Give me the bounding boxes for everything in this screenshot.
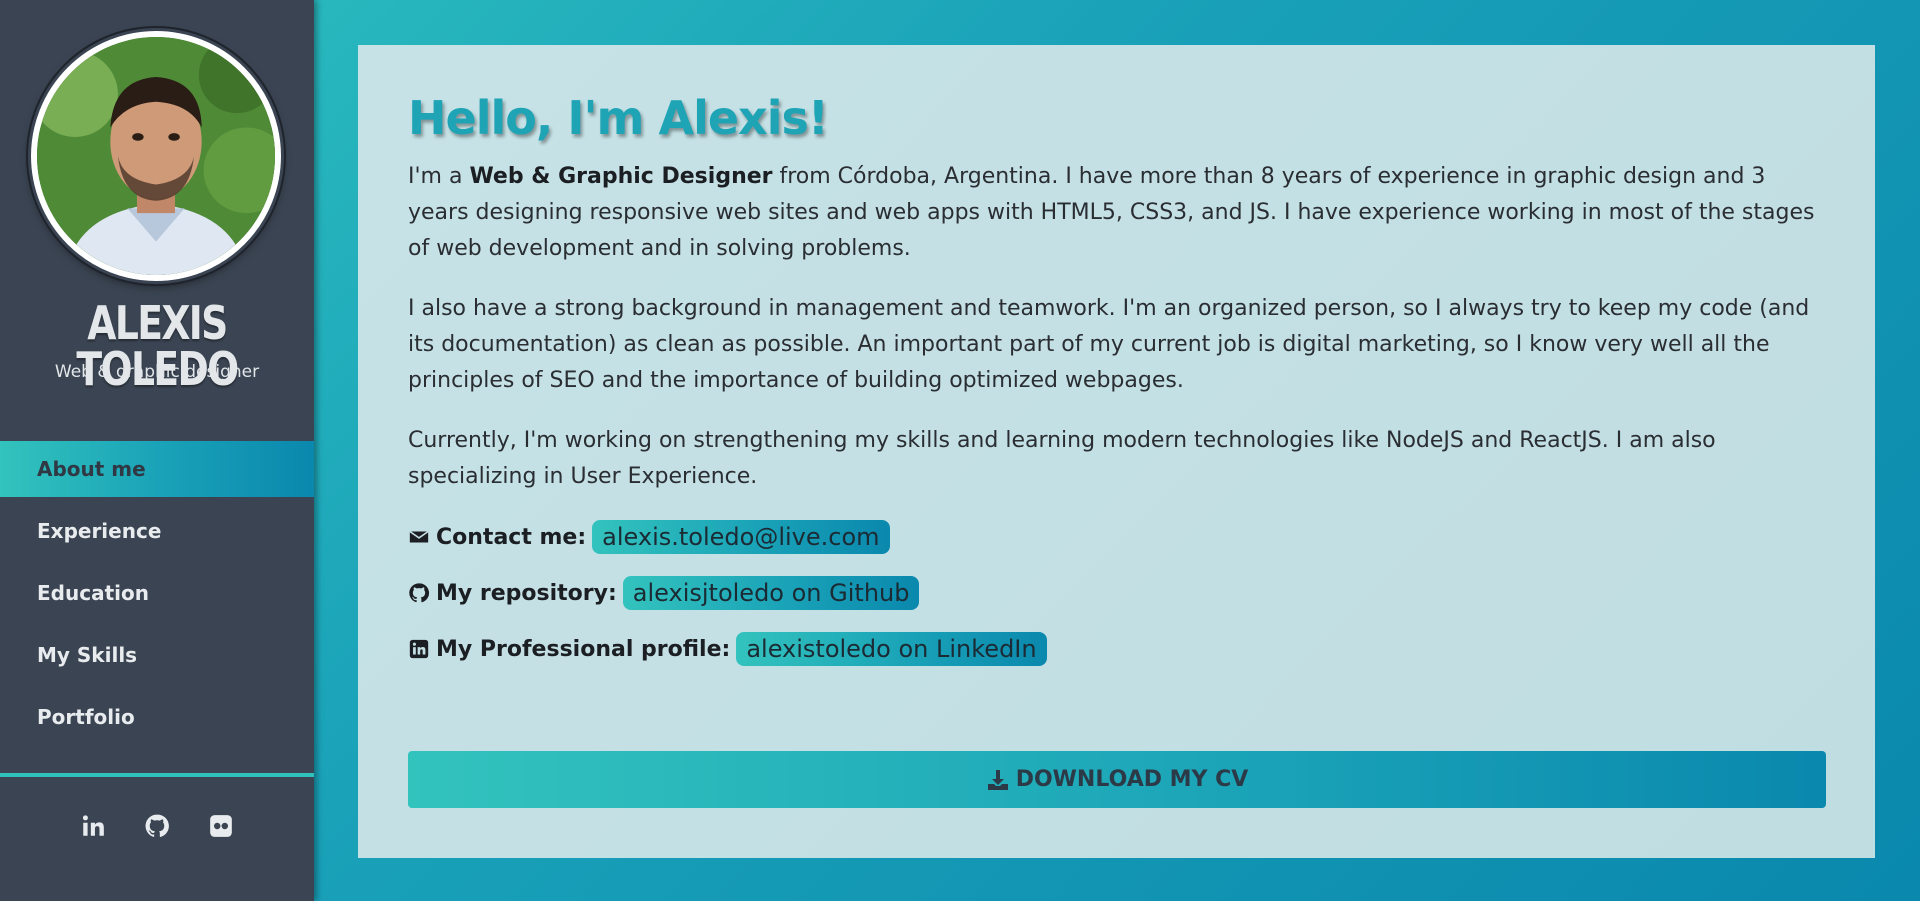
download-icon: [987, 769, 1008, 790]
page-title: Hello, I'm Alexis!: [408, 91, 829, 145]
linkedin-icon[interactable]: [79, 812, 107, 840]
profile-photo: [37, 37, 275, 275]
sidebar-nav: About me Experience Education My Skills …: [0, 441, 314, 751]
nav-item-about-me[interactable]: About me: [0, 441, 314, 497]
sidebar-divider: [0, 773, 314, 777]
download-cv-label: DOWNLOAD MY CV: [1015, 767, 1249, 792]
contact-linkedin-label: My Professional profile:: [436, 636, 731, 662]
contact-linkedin-row: My Professional profile: alexistoledo on…: [408, 631, 1825, 667]
download-cv-button[interactable]: DOWNLOAD MY CV: [408, 751, 1826, 808]
nav-item-portfolio[interactable]: Portfolio: [0, 689, 314, 745]
github-icon[interactable]: [143, 812, 171, 840]
envelope-icon: [409, 530, 429, 543]
linkedin-icon: [409, 639, 429, 659]
about-card: Hello, I'm Alexis! I'm a Web & Graphic D…: [358, 45, 1875, 858]
para1-bold-role: Web & Graphic Designer: [469, 164, 773, 189]
contact-email-label: Contact me:: [436, 524, 587, 550]
about-paragraph-1: I'm a Web & Graphic Designer from Córdob…: [408, 159, 1825, 267]
contact-github-label: My repository:: [436, 580, 617, 606]
avatar: [31, 31, 281, 281]
about-paragraph-2: I also have a strong background in manag…: [408, 296, 1810, 393]
nav-item-experience[interactable]: Experience: [0, 503, 314, 559]
flickr-icon[interactable]: [207, 812, 235, 840]
social-links: [0, 812, 314, 840]
github-link[interactable]: alexisjtoledo on Github: [622, 576, 920, 610]
linkedin-link[interactable]: alexistoledo on LinkedIn: [736, 632, 1047, 666]
nav-item-my-skills[interactable]: My Skills: [0, 627, 314, 683]
para1-prefix: I'm a: [408, 164, 470, 189]
profile-role: Web & graphic designer: [54, 362, 260, 382]
email-link[interactable]: alexis.toledo@live.com: [592, 520, 890, 554]
contact-email-row: Contact me: alexis.toledo@live.com: [408, 519, 1825, 555]
github-icon: [409, 583, 430, 603]
contact-github-row: My repository: alexisjtoledo on Github: [408, 575, 1825, 611]
nav-item-education[interactable]: Education: [0, 565, 314, 621]
about-paragraph-3: Currently, I'm working on strengthening …: [408, 428, 1716, 489]
sidebar: ALEXIS TOLEDO Web & graphic designer Abo…: [0, 0, 314, 901]
